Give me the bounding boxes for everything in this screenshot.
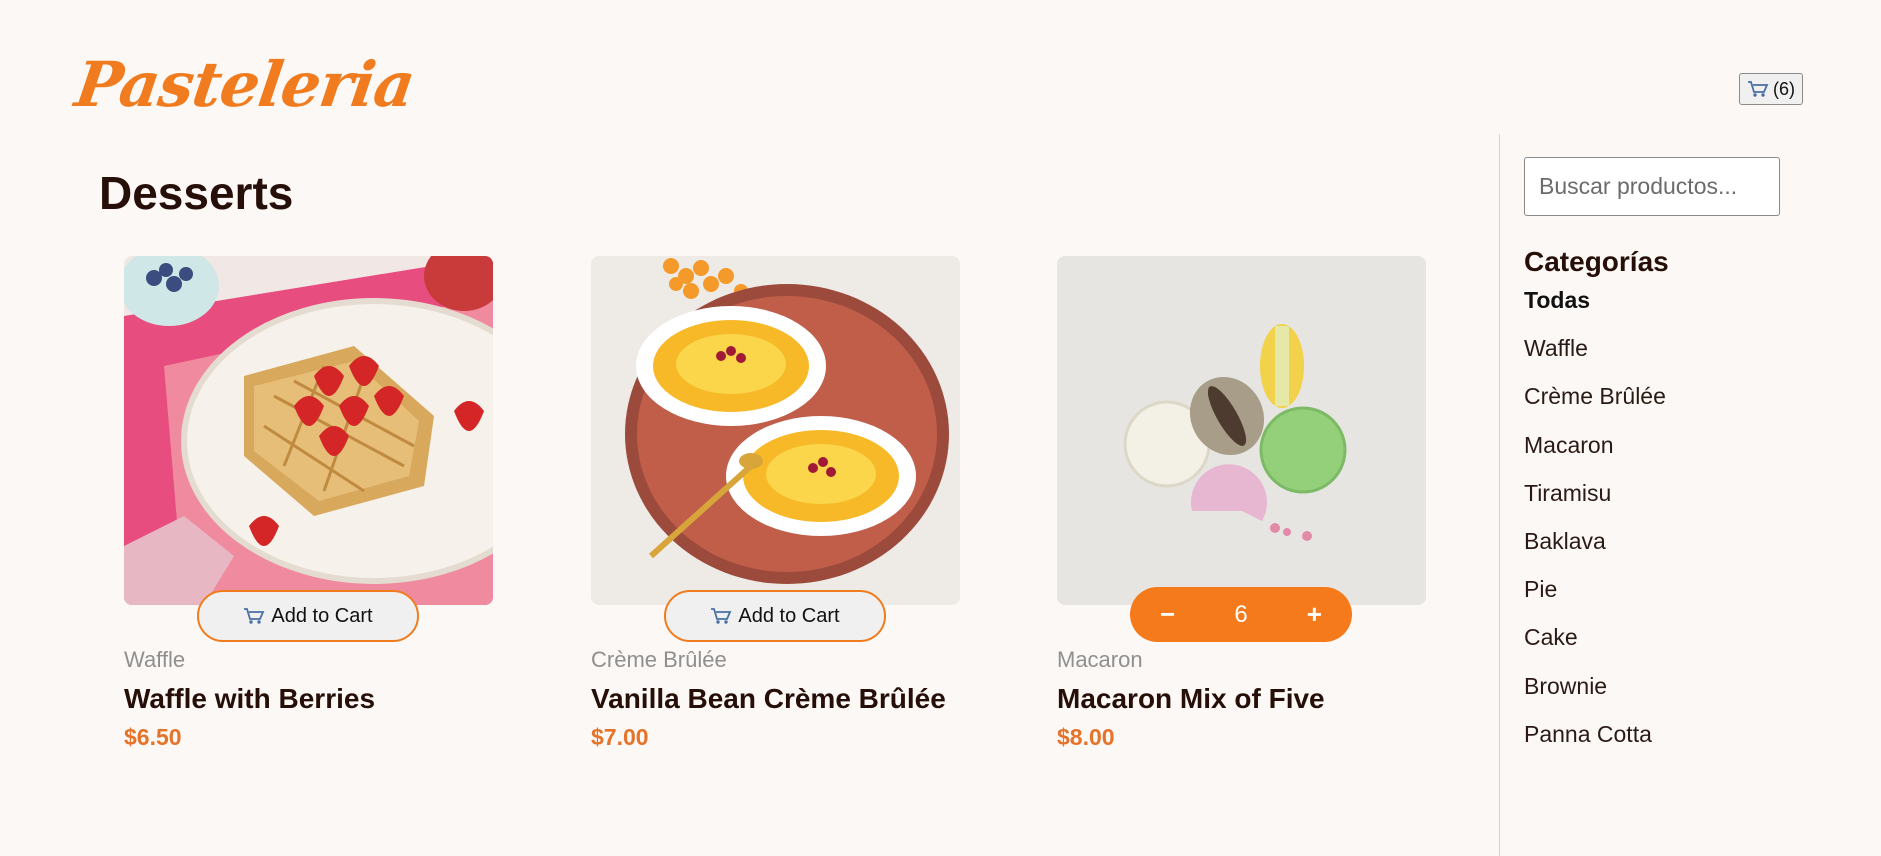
product-card-creme-brulee: Add to Cart Crème Brûlée Vanilla Bean Cr… [591,256,960,750]
product-card-macaron: − 6 + Macaron Macaron Mix of Five $8.00 [1057,256,1426,750]
category-item-pie[interactable]: Pie [1524,573,1666,621]
add-to-cart-label: Add to Cart [738,604,840,627]
cart-icon [244,608,265,624]
add-to-cart-button[interactable]: Add to Cart [197,590,419,642]
cart-icon [711,608,732,624]
product-image-creme-brulee[interactable] [591,256,960,605]
decrement-button[interactable]: − [1160,599,1175,630]
category-item-macaron[interactable]: Macaron [1524,429,1666,477]
category-item-waffle[interactable]: Waffle [1524,332,1666,380]
categories-title: Categorías [1524,246,1669,277]
increment-button[interactable]: + [1307,599,1322,630]
category-list: Todas Waffle Crème Brûlée Macaron Tirami… [1524,284,1666,766]
product-image-waffle[interactable] [124,256,493,605]
product-category: Crème Brûlée [591,647,727,672]
product-price: $6.50 [124,724,182,750]
product-image-macaron[interactable] [1057,256,1426,605]
product-price: $7.00 [591,724,649,750]
product-name: Vanilla Bean Crème Brûlée [591,683,946,714]
product-name: Waffle with Berries [124,683,376,714]
category-item-cake[interactable]: Cake [1524,621,1666,669]
quantity-value: 6 [1234,600,1248,628]
search-input[interactable] [1524,157,1780,216]
sidebar-divider [1499,134,1500,856]
page-title: Desserts [99,167,294,219]
category-item-baklava[interactable]: Baklava [1524,525,1666,573]
product-category: Macaron [1057,647,1143,672]
quantity-stepper: − 6 + [1130,587,1352,642]
category-item-todas[interactable]: Todas [1524,284,1666,332]
product-price: $8.00 [1057,724,1115,750]
add-to-cart-label: Add to Cart [271,604,373,627]
product-name: Macaron Mix of Five [1057,683,1325,714]
cart-icon [1748,81,1769,97]
add-to-cart-button[interactable]: Add to Cart [664,590,886,642]
category-item-panna-cotta[interactable]: Panna Cotta [1524,718,1666,766]
category-item-tiramisu[interactable]: Tiramisu [1524,477,1666,525]
product-category: Waffle [124,647,186,672]
category-item-creme-brulee[interactable]: Crème Brûlée [1524,380,1666,428]
category-item-brownie[interactable]: Brownie [1524,670,1666,718]
cart-button[interactable]: (6) [1739,73,1803,105]
product-card-waffle: Add to Cart Waffle Waffle with Berries $… [124,256,493,750]
logo[interactable]: Pasteleria [71,48,419,121]
cart-count: (6) [1773,78,1795,99]
